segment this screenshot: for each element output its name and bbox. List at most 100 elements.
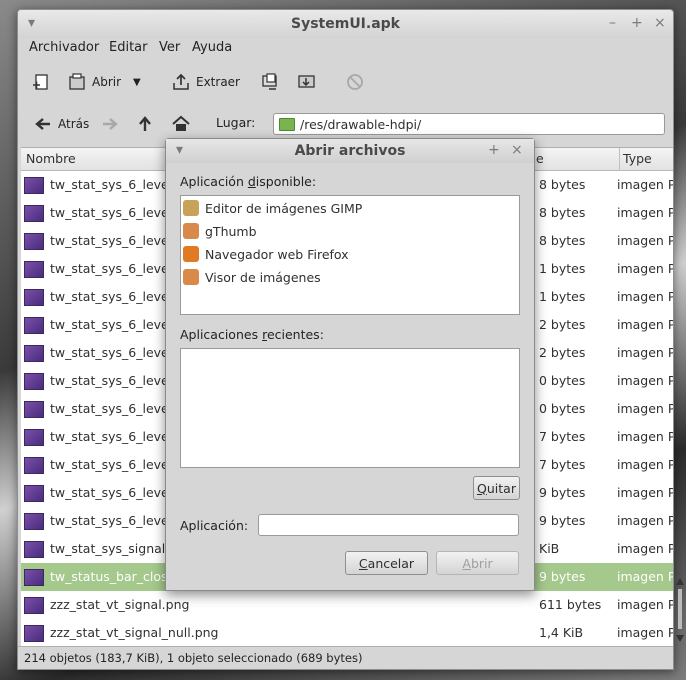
extract-button[interactable]: Extraer: [172, 68, 240, 96]
file-size: 8 bytes: [539, 233, 586, 248]
column-size[interactable]: e: [536, 151, 544, 166]
file-type: imagen P: [617, 541, 673, 556]
list-item[interactable]: Editor de imágenes GIMP: [183, 197, 362, 219]
file-size: 2 bytes: [539, 317, 586, 332]
chevron-down-icon: ▼: [133, 76, 141, 88]
dialog-close-button[interactable]: ×: [511, 142, 523, 158]
add-folder-icon: [298, 75, 315, 88]
folder-icon: [279, 117, 295, 131]
file-type: imagen P: [617, 401, 673, 416]
file-size: 7 bytes: [539, 429, 586, 444]
back-label: Atrás: [58, 117, 90, 131]
open-dropdown-button[interactable]: ▼: [133, 68, 141, 96]
png-file-icon: [24, 485, 44, 502]
status-text: 214 objetos (183,7 KiB), 1 objeto selecc…: [24, 651, 363, 665]
cancel-button[interactable]: Cancelar: [345, 551, 428, 575]
table-row[interactable]: zzz_stat_vt_signal_null.png 1,4 KiB imagen…: [21, 619, 673, 647]
file-name: tw_stat_sys_6_level: [50, 233, 173, 248]
up-button[interactable]: [136, 110, 154, 138]
dialog-title-bar: ▾ Abrir archivos + ×: [166, 139, 534, 163]
file-type: imagen P: [617, 289, 673, 304]
app-icon: [183, 223, 199, 239]
file-type: imagen P: [617, 317, 673, 332]
dialog-maximize-button[interactable]: +: [488, 142, 500, 158]
maximize-button[interactable]: +: [631, 15, 643, 31]
application-input[interactable]: [258, 514, 519, 536]
file-type: imagen P: [617, 597, 673, 612]
extract-label: Extraer: [196, 75, 240, 89]
add-files-button[interactable]: [262, 68, 280, 96]
scrollbar[interactable]: [675, 575, 685, 645]
png-file-icon: [24, 457, 44, 474]
list-item[interactable]: Navegador web Firefox: [183, 243, 349, 265]
png-file-icon: [24, 345, 44, 362]
png-file-icon: [24, 261, 44, 278]
file-name: zzz_stat_vt_signal_null.png: [50, 625, 219, 640]
file-name: tw_status_bar_close: [50, 569, 176, 584]
file-name: tw_stat_sys_6_level: [50, 401, 173, 416]
stop-button[interactable]: [346, 68, 364, 96]
menu-archivador[interactable]: Archivador: [29, 40, 99, 55]
stop-icon: [347, 74, 363, 90]
app-icon: [183, 200, 199, 216]
file-name: tw_stat_sys_6_level: [50, 457, 173, 472]
extract-icon: [173, 73, 189, 90]
column-type[interactable]: Type: [619, 148, 652, 170]
file-type: imagen P: [617, 513, 673, 528]
file-name: zzz_stat_vt_signal.png: [50, 597, 190, 612]
file-name: tw_stat_sys_6_level: [50, 345, 173, 360]
file-name: tw_stat_sys_6_level: [50, 205, 173, 220]
add-folder-button[interactable]: [298, 68, 316, 96]
list-item[interactable]: Visor de imágenes: [183, 266, 321, 288]
menu-ayuda[interactable]: Ayuda: [192, 40, 232, 55]
png-file-icon: [24, 373, 44, 390]
png-file-icon: [24, 401, 44, 418]
back-button[interactable]: Atrás: [34, 110, 89, 138]
file-type: imagen P: [617, 345, 673, 360]
menu-editar[interactable]: Editar: [109, 40, 148, 55]
png-file-icon: [24, 597, 44, 614]
list-item[interactable]: gThumb: [183, 220, 257, 242]
column-name[interactable]: Nombre: [26, 151, 76, 166]
back-arrow-icon: [35, 118, 50, 130]
file-type: imagen P: [617, 177, 673, 192]
file-type: imagen P: [617, 373, 673, 388]
open-archive-icon: [69, 73, 85, 90]
open-button[interactable]: Abrir: [68, 68, 121, 96]
place-label: Lugar:: [216, 115, 256, 130]
png-file-icon: [24, 317, 44, 334]
minimize-button[interactable]: –: [609, 15, 616, 31]
file-size: 0 bytes: [539, 401, 586, 416]
add-files-icon: [262, 73, 277, 90]
dialog-title: Abrir archivos: [294, 143, 406, 159]
open-files-dialog: ▾ Abrir archivos + × Aplicación disponib…: [165, 138, 535, 591]
file-size: 0 bytes: [539, 373, 586, 388]
close-button[interactable]: ×: [654, 15, 666, 31]
open-button-disabled[interactable]: Abrir: [436, 551, 519, 575]
location-input[interactable]: /res/drawable-hdpi/: [273, 113, 665, 135]
file-name: tw_stat_sys_6_level: [50, 429, 173, 444]
file-size: 9 bytes: [539, 513, 586, 528]
menu-ver[interactable]: Ver: [159, 40, 180, 55]
new-archive-button[interactable]: [32, 68, 50, 96]
recent-apps-list[interactable]: [180, 348, 520, 468]
file-size: 611 bytes: [539, 597, 602, 612]
file-name: tw_stat_sys_signal_: [50, 541, 172, 556]
file-size: 1,4 KiB: [539, 625, 584, 640]
forward-button[interactable]: [101, 110, 119, 138]
window-title: SystemUI.apk: [291, 16, 400, 32]
location-bar: Atrás Lugar: /res/drawable-hdpi/: [18, 106, 673, 140]
png-file-icon: [24, 513, 44, 530]
table-row[interactable]: zzz_stat_vt_signal.png 611 bytes imagen P: [21, 591, 673, 619]
file-name: tw_stat_sys_6_level: [50, 177, 173, 192]
file-size: 7 bytes: [539, 457, 586, 472]
png-file-icon: [24, 429, 44, 446]
toolbar: Abrir ▼ Extraer: [18, 64, 673, 100]
recent-apps-label: Aplicaciones recientes:: [180, 327, 324, 342]
file-size: 1 bytes: [539, 289, 586, 304]
remove-button[interactable]: Quitar: [473, 476, 520, 500]
home-button[interactable]: [172, 110, 190, 138]
file-name: tw_stat_sys_6_level: [50, 317, 173, 332]
menu-bar: Archivador Editar Ver Ayuda: [18, 38, 673, 62]
file-type: imagen P: [617, 457, 673, 472]
